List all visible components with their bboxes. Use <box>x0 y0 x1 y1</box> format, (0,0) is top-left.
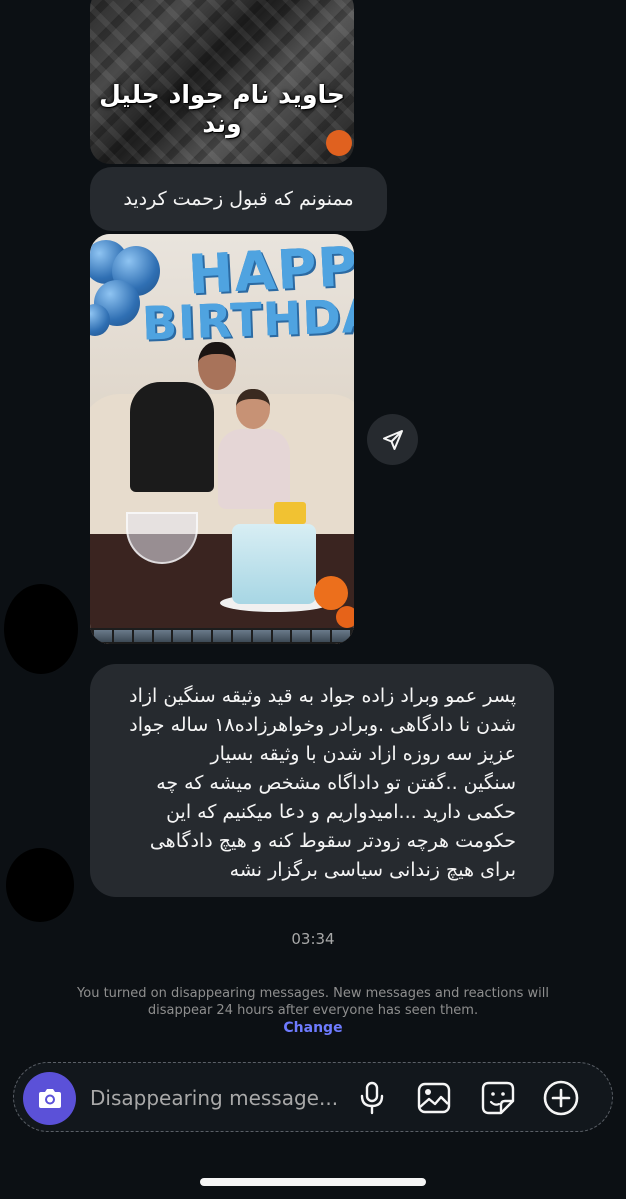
photo-cake <box>232 524 316 604</box>
photo-orange <box>336 606 354 628</box>
message-line: سنگین ..گفتن تو داداگاه مشخص میشه که چه <box>156 772 516 794</box>
message-timestamp: 03:34 <box>291 930 335 948</box>
message-input[interactable] <box>90 1085 340 1111</box>
more-button[interactable] <box>540 1077 582 1119</box>
sticker-icon <box>481 1081 515 1115</box>
photo-boy <box>218 429 290 509</box>
photo-man <box>130 382 214 492</box>
microphone-icon <box>360 1081 384 1115</box>
message-bubble-thanks[interactable]: ممنونم که قبول زحمت کردید <box>90 167 387 231</box>
disappearing-notice: You turned on disappearing messages. New… <box>70 985 556 1037</box>
photo-boy-head <box>236 389 270 429</box>
sender-avatar-top[interactable] <box>4 584 78 674</box>
message-composer <box>13 1062 613 1132</box>
image-caption: جاوید نام جواد جلیل وند <box>99 80 345 138</box>
gallery-button[interactable] <box>413 1077 455 1119</box>
voice-button[interactable] <box>351 1077 393 1119</box>
message-line: شدن نا دادگاهی .وبرادر وخواهرزاده۱۸ ساله… <box>129 714 516 736</box>
photo-man-head <box>198 342 236 390</box>
camera-button[interactable] <box>23 1072 76 1125</box>
message-line: برای هیچ زندانی سیاسی برگزار نشه <box>229 859 516 881</box>
message-text: ممنونم که قبول زحمت کردید <box>123 188 354 210</box>
message-line: حکومت هرچه زودتر سقوط کنه و هیچ دادگاهی <box>149 830 516 852</box>
disappearing-notice-text: You turned on disappearing messages. New… <box>77 986 549 1018</box>
photo-orange <box>314 576 348 610</box>
photo-thumbnail-strip <box>90 628 354 644</box>
send-icon <box>382 429 403 450</box>
chat-screen: جاوید نام جواد جلیل وند ممنونم که قبول ز… <box>0 0 626 1199</box>
message-line: عزیز سه روزه ازاد شدن با وثیقه بسیار <box>210 743 516 765</box>
share-button[interactable] <box>367 414 418 465</box>
camera-icon <box>38 1088 61 1108</box>
plus-icon <box>543 1080 579 1116</box>
shared-photo-birthday[interactable]: HAPPY BIRTHDAY <box>90 234 354 644</box>
message-bubble-long[interactable]: پسر عمو وبراد زاده جواد به قید وثیقه سنگ… <box>90 664 554 897</box>
photo-cake-truck <box>274 502 306 524</box>
sticker-button[interactable] <box>477 1077 519 1119</box>
banner-birthday: BIRTHDAY <box>141 287 354 351</box>
message-line: پسر عمو وبراد زاده جواد به قید وثیقه سنگ… <box>129 685 516 707</box>
gallery-icon <box>417 1082 451 1114</box>
shared-image-memorial[interactable]: جاوید نام جواد جلیل وند <box>90 0 354 164</box>
change-link[interactable]: Change <box>70 1020 556 1037</box>
home-indicator[interactable] <box>200 1178 426 1186</box>
sender-avatar-bottom[interactable] <box>6 848 74 922</box>
message-line: حکمی دارید ...امیدواریم و دعا میکنیم که … <box>166 801 516 823</box>
image-orange <box>326 130 352 156</box>
